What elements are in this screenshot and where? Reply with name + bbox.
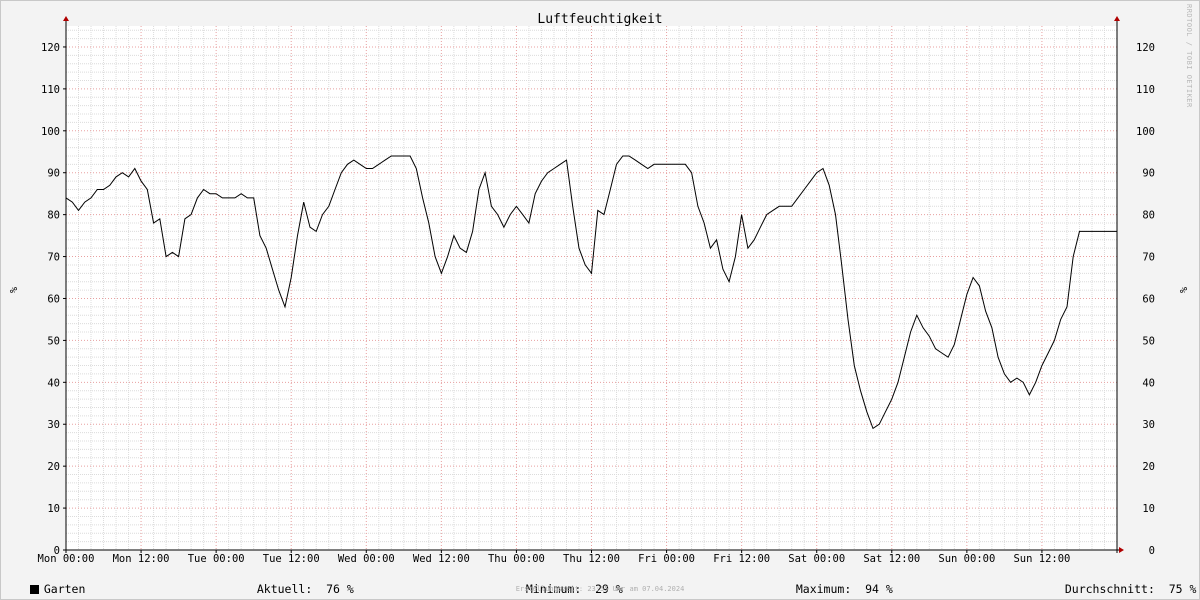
y-tick-label: 40 [47,377,60,389]
y-tick-labels-left: 0102030405060708090100110120 [41,42,60,557]
x-tick-label: Tue 00:00 [188,553,245,565]
rrdtool-watermark: RRDTOOL / TOBI OETIKER [1185,4,1193,108]
y-tick-label: 90 [47,168,60,180]
y-tick-label: 10 [47,503,60,515]
y-tick-label: 30 [47,419,60,431]
creation-time-footer: Erstellungszeit: 23:55 Uhr am 07.04.2024 [515,585,685,593]
x-tick-labels: Mon 00:00 Mon 12:00 Tue 00:00 Tue 12:00 Wed … [38,553,1071,565]
y-tick-label: 110 [41,84,60,96]
y-tick-label-right: 80 [1142,210,1155,222]
y-tick-label-right: 100 [1136,126,1155,138]
x-tick-label: Mon 12:00 [113,553,170,565]
y-tick-labels-right: 0 10 20 30 40 50 60 70 80 90 100 110 120 [1136,42,1155,557]
y-axis-label-left: % [7,287,18,293]
x-tick-label: Fri 00:00 [638,553,695,565]
y-tick-label-right: 30 [1142,419,1155,431]
y-tick-label-right: 110 [1136,84,1155,96]
y-tick-label-right: 60 [1142,293,1155,305]
y-axis-label-right: % [1177,287,1188,293]
y-tick-label-right: 20 [1142,461,1155,473]
y-tick-label-right: 0 [1149,545,1155,557]
y-tick-label-right: 50 [1142,335,1155,347]
y-axis-arrow-right [1114,16,1120,21]
x-tick-label: Tue 12:00 [263,553,320,565]
x-tick-label: Sun 12:00 [1013,553,1070,565]
x-tick-label: Wed 12:00 [413,553,470,565]
x-tick-label: Sat 12:00 [863,553,920,565]
y-tick-label-right: 10 [1142,503,1155,515]
y-tick-label: 100 [41,126,60,138]
x-tick-label: Wed 00:00 [338,553,395,565]
x-axis-arrow [1119,547,1124,553]
x-tick-label: Thu 12:00 [563,553,620,565]
y-tick-label: 50 [47,335,60,347]
y-tick-label: 20 [47,461,60,473]
y-tick-label-right: 40 [1142,377,1155,389]
x-tick-label: Mon 00:00 [38,553,95,565]
y-tick-label-right: 120 [1136,42,1155,54]
x-tick-label: Thu 00:00 [488,553,545,565]
y-tick-label: 70 [47,252,60,264]
y-tick-label: 80 [47,210,60,222]
y-tick-label: 120 [41,42,60,54]
y-tick-label-right: 70 [1142,252,1155,264]
x-tick-label: Fri 12:00 [713,553,770,565]
y-tick-label: 60 [47,293,60,305]
y-axis-arrow-left [63,16,69,21]
x-tick-label: Sat 00:00 [788,553,845,565]
x-tick-label: Sun 00:00 [938,553,995,565]
chart-title: Luftfeuchtigkeit [537,12,662,27]
y-tick-label-right: 90 [1142,168,1155,180]
humidity-chart: 0 10 20 30 40 50 60 70 80 90 100 110 120 0 10 20 30 40 50… [7,12,1188,565]
